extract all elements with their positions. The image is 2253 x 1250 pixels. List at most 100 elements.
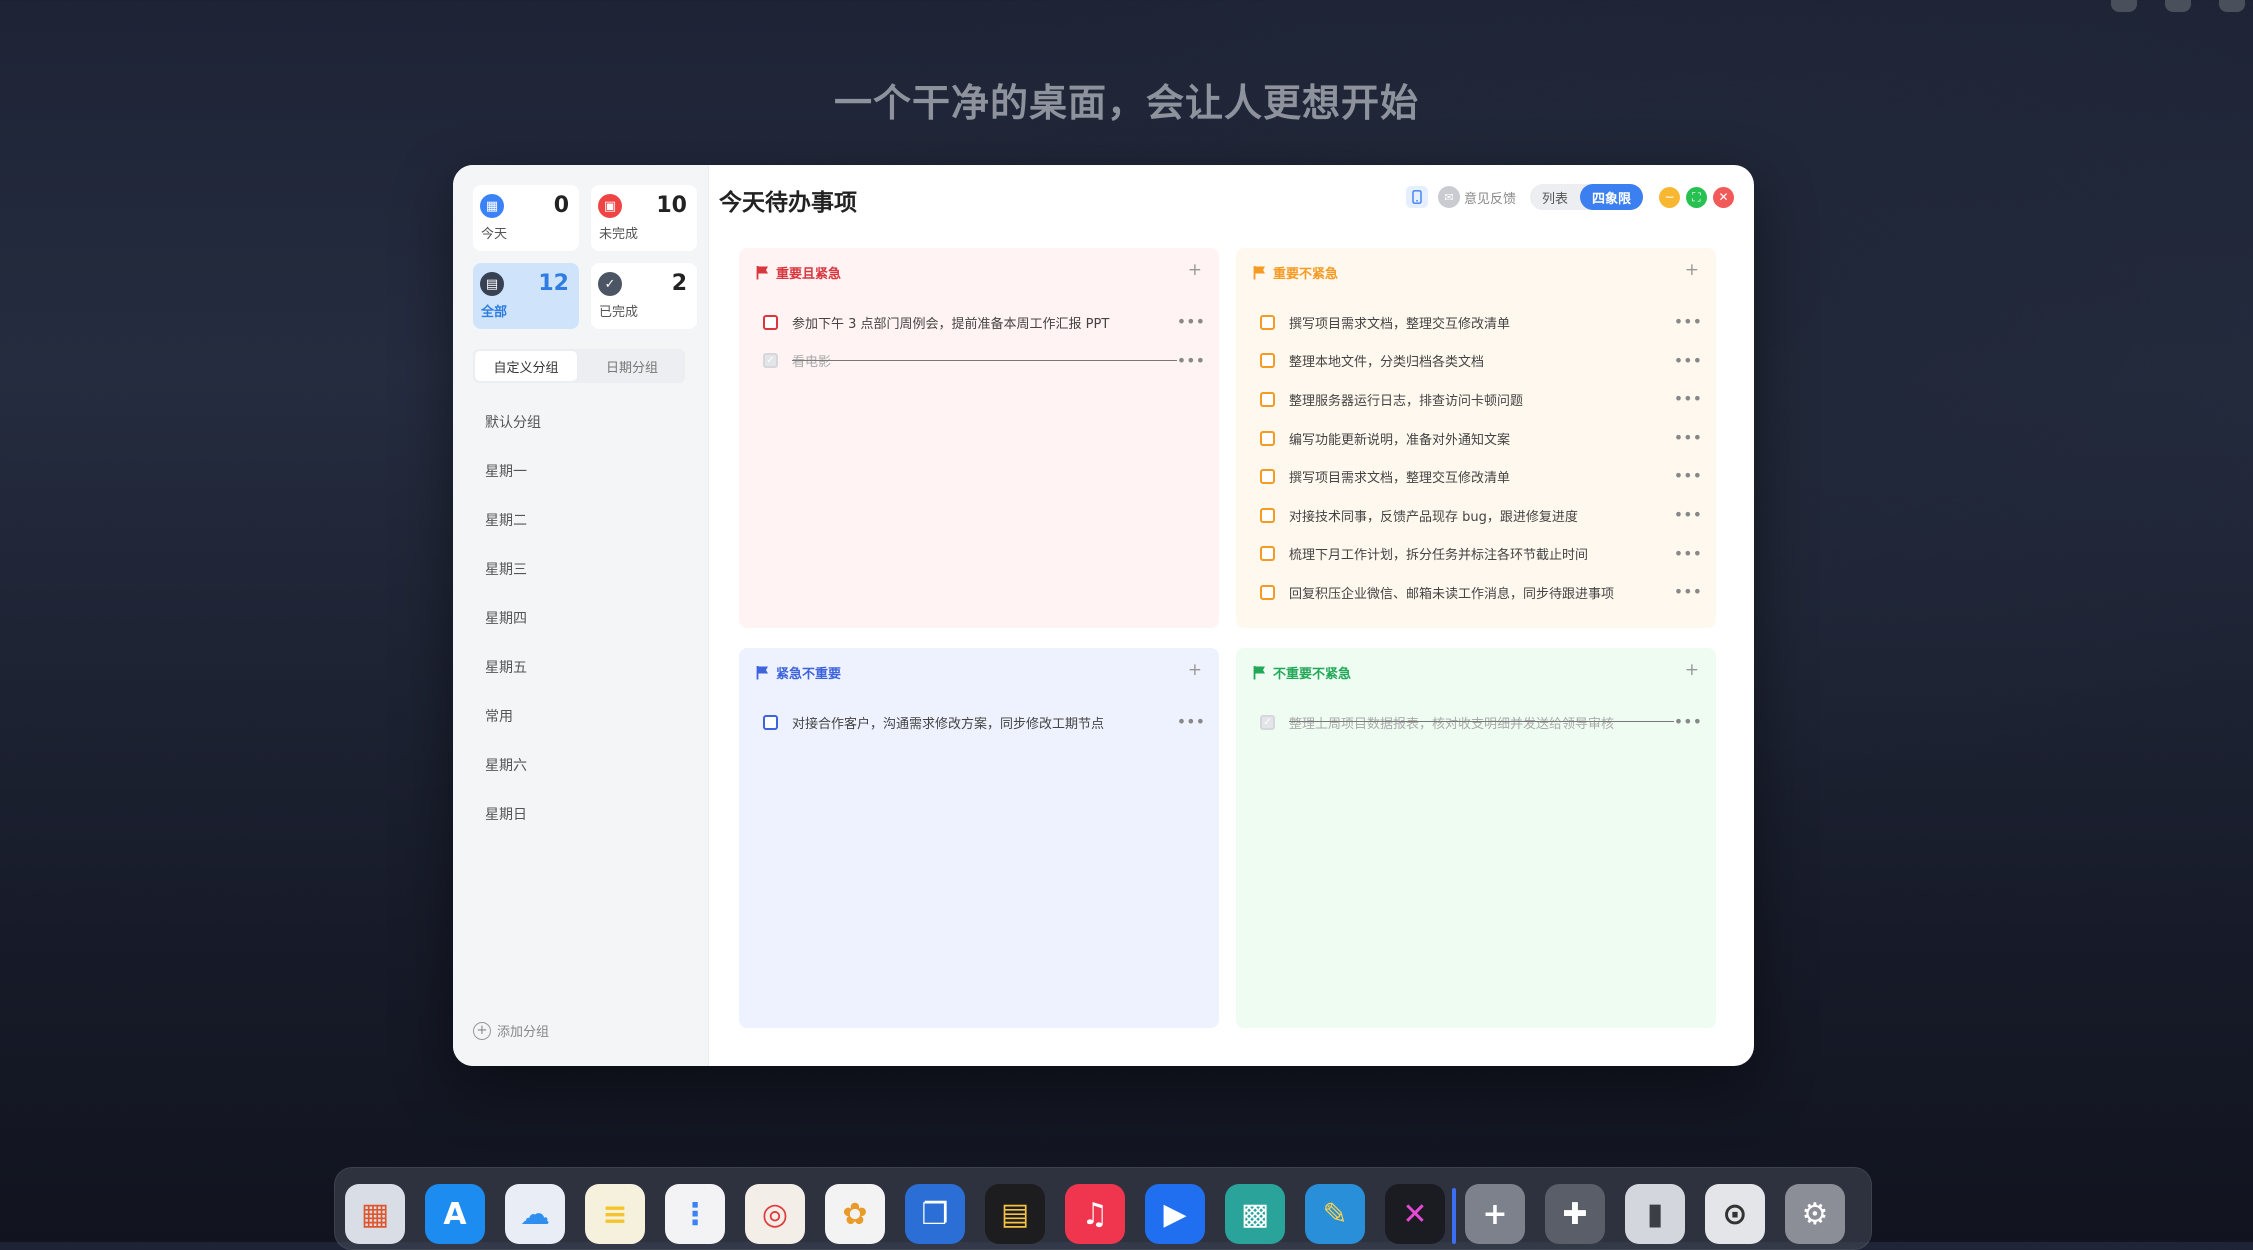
group-item[interactable]: 星期日 (453, 789, 708, 838)
task-checkbox[interactable] (1260, 507, 1275, 523)
more-options-icon[interactable]: ••• (1177, 351, 1205, 370)
view-list-button[interactable]: 列表 (1530, 184, 1580, 210)
qr-code-icon[interactable]: ▩ (1225, 1184, 1285, 1244)
strikethrough-line (792, 359, 1177, 361)
quadrant-title: 紧急不重要 (776, 667, 842, 682)
view-quadrant-button[interactable]: 四象限 (1579, 184, 1643, 210)
task-checkbox[interactable] (1260, 546, 1275, 562)
reminders-icon[interactable]: ⋮ (665, 1184, 725, 1244)
more-options-icon[interactable]: ••• (1674, 505, 1702, 524)
photos-icon[interactable]: ✿ (825, 1184, 885, 1244)
app-store-icon[interactable]: A (425, 1184, 485, 1244)
task-text: 回复积压企业微信、邮箱未读工作消息，同步待跟进事项 (1289, 586, 1615, 602)
task-item[interactable]: 对接合作客户，沟通需求修改方案，同步修改工期节点 ••• (763, 703, 1205, 742)
task-item[interactable]: 对接技术同事，反馈产品现存 bug，跟进修复进度 ••• (1260, 496, 1702, 535)
lock-settings-icon[interactable]: ⊙ (1705, 1184, 1765, 1244)
corner-dot[interactable] (2111, 0, 2137, 12)
group-item[interactable]: 星期六 (453, 740, 708, 789)
stat-label: 今天 (481, 227, 508, 242)
launchpad-icon[interactable]: ▦ (345, 1184, 405, 1244)
more-options-icon[interactable]: ••• (1177, 712, 1205, 731)
group-item[interactable]: 星期三 (453, 544, 708, 593)
task-item[interactable]: 撰写项目需求文档，整理交互修改清单 ••• (1260, 303, 1702, 342)
puzzle-extension-icon[interactable]: ✚ (1545, 1184, 1605, 1244)
task-item[interactable]: 回复积压企业微信、邮箱未读工作消息，同步待跟进事项 ••• (1260, 573, 1702, 612)
task-checkbox[interactable] (1260, 314, 1275, 330)
checked-checkbox[interactable]: ✓ (763, 353, 778, 369)
stat-card-completed[interactable]: ✓ 2 已完成 (591, 263, 697, 329)
quadrant-card: 不重要不紧急 + ✓ 整理上周项目数据报表，核对收支明细并发送给领导审核 ••• (1236, 648, 1716, 1028)
task-checkbox[interactable] (1260, 391, 1275, 407)
system-settings-icon[interactable]: ⚙ (1785, 1184, 1845, 1244)
more-options-icon[interactable]: ••• (1674, 466, 1702, 485)
task-checkbox[interactable] (1260, 584, 1275, 600)
maximize-button[interactable]: ⛶ (1686, 186, 1707, 208)
task-text: 整理本地文件，分类归档各类文档 (1289, 355, 1485, 371)
add-task-button[interactable]: + (1188, 260, 1202, 280)
task-text: 编写功能更新说明，准备对外通知文案 (1289, 432, 1511, 448)
task-checkbox[interactable] (1260, 469, 1275, 485)
minus-icon: − (1664, 190, 1675, 204)
group-item[interactable]: 星期一 (453, 446, 708, 495)
flag-icon (756, 266, 768, 280)
calendar-icon[interactable]: ◎ (745, 1184, 805, 1244)
more-options-icon[interactable]: ••• (1674, 312, 1702, 331)
task-item[interactable]: 梳理下月工作计划，拆分任务并标注各环节截止时间 ••• (1260, 535, 1702, 574)
group-item[interactable]: 常用 (453, 691, 708, 740)
task-text: 看电影 (792, 355, 832, 371)
task-list: 对接合作客户，沟通需求修改方案，同步修改工期节点 ••• (763, 703, 1205, 742)
close-button[interactable]: ✕ (1713, 186, 1734, 208)
more-options-icon[interactable]: ••• (1674, 544, 1702, 563)
task-checkbox[interactable] (1260, 430, 1275, 446)
add-group-button[interactable]: + 添加分组 (473, 1021, 549, 1040)
more-options-icon[interactable]: ••• (1177, 312, 1205, 331)
files-icon[interactable]: ❐ (905, 1184, 965, 1244)
task-text: 撰写项目需求文档，整理交互修改清单 (1289, 471, 1511, 487)
group-item[interactable]: 默认分组 (453, 397, 708, 446)
corner-dot[interactable] (2219, 0, 2245, 12)
more-options-icon[interactable]: ••• (1674, 351, 1702, 370)
tab-custom-groups[interactable]: 自定义分组 (475, 351, 577, 381)
task-item[interactable]: 整理本地文件，分类归档各类文档 ••• (1260, 342, 1702, 381)
brush-icon[interactable]: ▮ (1625, 1184, 1685, 1244)
group-item[interactable]: 星期二 (453, 495, 708, 544)
more-options-icon[interactable]: ••• (1674, 389, 1702, 408)
group-item[interactable]: 星期四 (453, 593, 708, 642)
task-checkbox[interactable] (763, 314, 778, 330)
more-options-icon[interactable]: ••• (1674, 428, 1702, 447)
task-checkbox[interactable] (1260, 353, 1275, 369)
notes-icon[interactable]: ≡ (585, 1184, 645, 1244)
feedback-button[interactable]: ✉ 意见反馈 (1437, 186, 1516, 208)
stat-count: 2 (671, 271, 687, 296)
tab-date-groups[interactable]: 日期分组 (581, 351, 683, 381)
more-options-icon[interactable]: ••• (1674, 712, 1702, 731)
minimize-button[interactable]: − (1659, 186, 1680, 208)
add-task-button[interactable]: + (1685, 260, 1699, 280)
task-checkbox[interactable] (763, 714, 778, 730)
add-widget-icon[interactable]: + (1465, 1184, 1525, 1244)
mobile-view-button[interactable] (1405, 186, 1428, 208)
task-item[interactable]: 编写功能更新说明，准备对外通知文案 ••• (1260, 419, 1702, 458)
task-item[interactable]: 整理服务器运行日志，排查访问卡顿问题 ••• (1260, 380, 1702, 419)
task-item[interactable]: ✓ 整理上周项目数据报表，核对收支明细并发送给领导审核 ••• (1260, 703, 1702, 742)
task-item[interactable]: 撰写项目需求文档，整理交互修改清单 ••• (1260, 457, 1702, 496)
add-task-button[interactable]: + (1685, 660, 1699, 680)
stat-card-incomplete[interactable]: ▣ 10 未完成 (591, 185, 697, 251)
stat-card-today[interactable]: ▦ 0 今天 (473, 185, 579, 251)
add-task-button[interactable]: + (1188, 660, 1202, 680)
video-player-icon[interactable]: ▶ (1145, 1184, 1205, 1244)
group-item[interactable]: 星期五 (453, 642, 708, 691)
task-item[interactable]: ✓ 看电影 ••• (763, 342, 1205, 381)
icloud-icon[interactable]: ☁ (505, 1184, 565, 1244)
sketch-pencil-icon[interactable]: ✎ (1305, 1184, 1365, 1244)
stat-card-all[interactable]: ▤ 12 全部 (473, 263, 579, 329)
corner-dot[interactable] (2165, 0, 2191, 12)
checked-checkbox[interactable]: ✓ (1260, 714, 1275, 730)
task-item[interactable]: 参加下午 3 点部门周例会，提前准备本周工作汇报 PPT ••• (763, 303, 1205, 342)
strikethrough-line (1289, 721, 1674, 722)
wallet-icon[interactable]: ▤ (985, 1184, 1045, 1244)
music-icon[interactable]: ♫ (1065, 1184, 1125, 1244)
today-calendar-icon: ▦ (480, 194, 504, 218)
code-editor-icon[interactable]: ✕ (1385, 1184, 1445, 1244)
more-options-icon[interactable]: ••• (1674, 582, 1702, 601)
